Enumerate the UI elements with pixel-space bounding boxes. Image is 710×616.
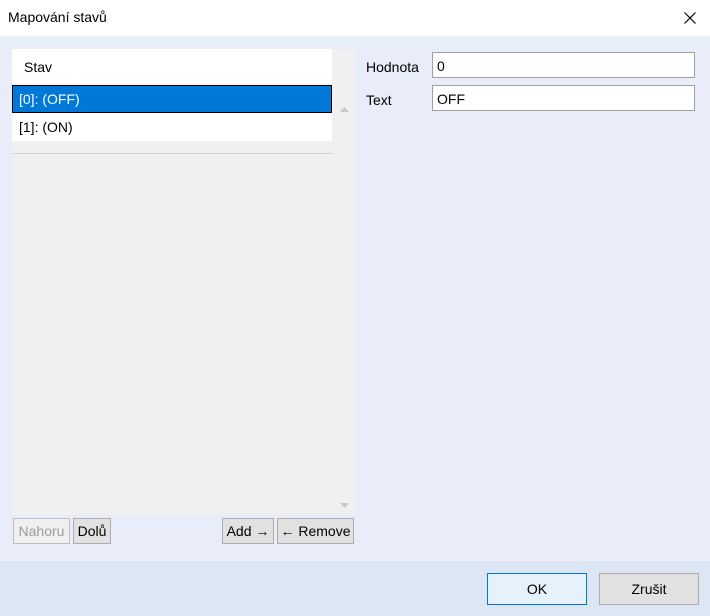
cancel-button[interactable]: Zrušit xyxy=(599,573,699,605)
dialog-content: Stav [0]: (OFF) [1]: (ON) Nahoru Dolů Ad… xyxy=(0,36,710,561)
state-list[interactable]: Stav [0]: (OFF) [1]: (ON) xyxy=(12,49,355,515)
scroll-down-icon xyxy=(339,502,349,508)
close-icon xyxy=(684,12,696,24)
list-header: Stav xyxy=(12,49,332,84)
list-item-off[interactable]: [0]: (OFF) xyxy=(12,85,332,113)
text-label: Text xyxy=(366,92,392,108)
close-button[interactable] xyxy=(670,0,710,36)
text-field[interactable]: OFF xyxy=(432,85,695,111)
move-up-button[interactable]: Nahoru xyxy=(13,518,70,544)
list-item-label: [0]: (OFF) xyxy=(19,91,80,107)
list-header-label: Stav xyxy=(24,59,53,75)
scroll-up-button[interactable] xyxy=(338,104,350,114)
remove-button[interactable]: ← Remove xyxy=(277,518,354,544)
list-item-label: [1]: (ON) xyxy=(19,119,73,135)
title-bar: Mapování stavů xyxy=(0,0,710,36)
move-down-button[interactable]: Dolů xyxy=(73,518,111,544)
list-item-on[interactable]: [1]: (ON) xyxy=(12,113,332,141)
scroll-up-icon xyxy=(339,106,349,112)
add-button[interactable]: Add → xyxy=(222,518,274,544)
value-label: Hodnota xyxy=(366,59,419,75)
ok-button[interactable]: OK xyxy=(487,573,587,605)
window-title: Mapování stavů xyxy=(8,9,107,25)
value-field[interactable]: 0 xyxy=(432,52,695,78)
list-divider xyxy=(12,153,333,154)
dialog-footer: OK Zrušit xyxy=(0,561,710,616)
scroll-down-button[interactable] xyxy=(338,500,350,510)
